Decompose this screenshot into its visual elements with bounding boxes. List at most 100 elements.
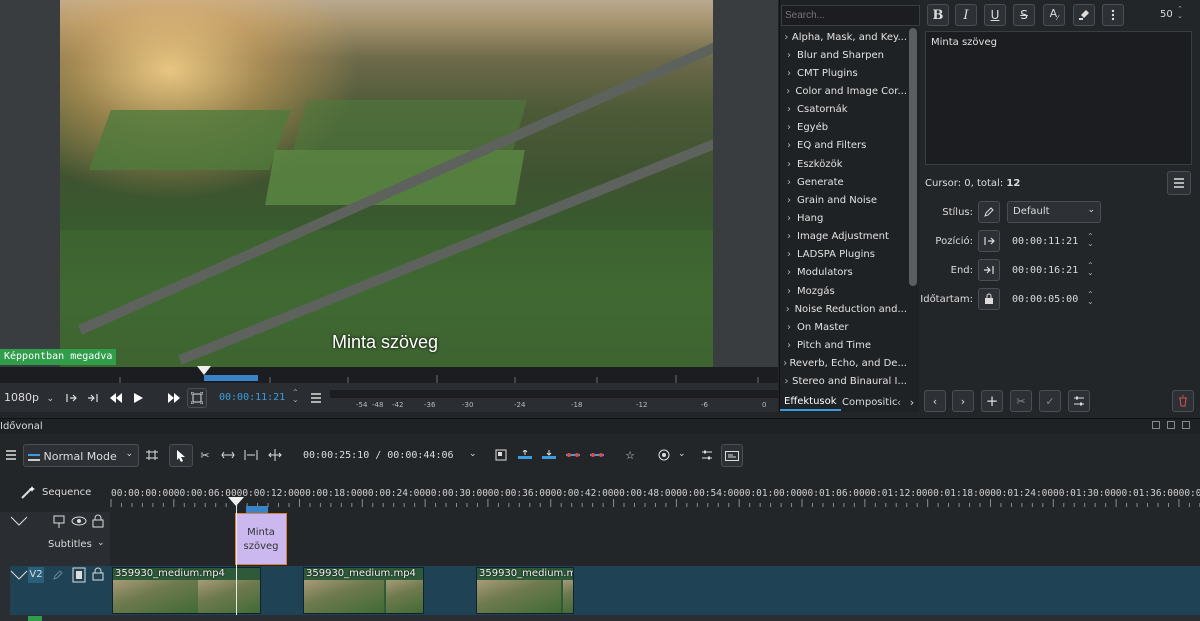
set-zone-out-icon[interactable] bbox=[84, 389, 102, 407]
font-icon[interactable]: A⁄ bbox=[1043, 4, 1065, 26]
extract-icon[interactable] bbox=[540, 446, 558, 464]
eye-icon[interactable] bbox=[71, 515, 87, 527]
hamburger-menu-icon[interactable] bbox=[1167, 171, 1191, 195]
v2-track-label[interactable]: V2 bbox=[28, 567, 44, 583]
chevron-down-icon[interactable]: ⌄ bbox=[97, 538, 105, 548]
effects-category-item[interactable]: › Color and Image Cor... bbox=[781, 82, 907, 100]
color-brush-icon[interactable] bbox=[1073, 4, 1095, 26]
hamburger-menu-icon[interactable] bbox=[2, 446, 20, 464]
underline-icon[interactable]: U bbox=[984, 4, 1006, 26]
apply-check-icon[interactable]: ✓ bbox=[1039, 390, 1061, 412]
monitor-playhead[interactable] bbox=[197, 366, 211, 376]
end-timecode[interactable]: 00:00:16:21 bbox=[1012, 265, 1078, 276]
effects-category-item[interactable]: › CMT Plugins bbox=[781, 64, 907, 82]
position-spinner-icon[interactable]: ⌃ ⌄ bbox=[1087, 233, 1094, 248]
effects-category-item[interactable]: › Csatornák bbox=[781, 101, 907, 119]
magic-wand-icon[interactable] bbox=[20, 485, 40, 501]
hamburger-menu-icon[interactable] bbox=[307, 389, 325, 407]
chevron-down-icon[interactable]: ⌄ bbox=[678, 449, 686, 459]
effects-category-item[interactable]: › Alpha, Mask, and Key... bbox=[781, 28, 907, 46]
add-subtitle-icon[interactable]: + bbox=[981, 390, 1003, 412]
pencil-icon[interactable] bbox=[52, 569, 64, 581]
spacer-tool-icon[interactable] bbox=[219, 446, 237, 464]
effects-category-item[interactable]: › Grain and Noise bbox=[781, 191, 907, 209]
show-subtitles-icon[interactable] bbox=[721, 444, 743, 467]
next-subtitle-icon[interactable]: › bbox=[952, 390, 974, 412]
subtitle-track-icon[interactable] bbox=[53, 515, 65, 529]
effects-search-input[interactable] bbox=[781, 5, 920, 26]
tab-scroll-left-icon[interactable]: ‹ bbox=[894, 394, 904, 410]
lift-icon[interactable] bbox=[516, 446, 534, 464]
effects-category-item[interactable]: › Mozgás bbox=[781, 282, 907, 300]
video-track-v2[interactable] bbox=[110, 566, 1200, 615]
track-tools-icon[interactable] bbox=[143, 446, 161, 464]
insert-icon[interactable] bbox=[588, 446, 606, 464]
zoom-fit-icon[interactable] bbox=[187, 388, 207, 408]
style-select[interactable]: Default ⌄ bbox=[1007, 201, 1101, 223]
effects-category-item[interactable]: › EQ and Filters bbox=[781, 137, 907, 155]
effects-category-item[interactable]: › Eszközök bbox=[781, 155, 907, 173]
edit-style-pencil-icon[interactable] bbox=[978, 201, 1000, 223]
timeline-playhead[interactable] bbox=[236, 505, 237, 621]
set-zone-in-icon[interactable] bbox=[62, 389, 80, 407]
effects-category-item[interactable]: › Reverb, Echo, and De... bbox=[781, 355, 907, 373]
collapse-track-icon[interactable] bbox=[10, 515, 28, 527]
tab-compositions[interactable]: Compositic bbox=[838, 393, 902, 411]
timeline-timecode[interactable]: 00:00:25:10 / 00:00:44:06 bbox=[303, 450, 454, 461]
video-clip[interactable]: 359930_medium.mp4 bbox=[112, 567, 261, 614]
delete-trash-icon[interactable] bbox=[1172, 390, 1194, 412]
play-icon[interactable] bbox=[129, 389, 147, 407]
selection-tool-icon[interactable] bbox=[169, 444, 193, 467]
razor-tool-icon[interactable]: ✂ bbox=[196, 446, 214, 464]
effects-category-item[interactable]: › LADSPA Plugins bbox=[781, 246, 907, 264]
effects-category-item[interactable]: › Blur and Sharpen bbox=[781, 46, 907, 64]
duration-spinner-icon[interactable]: ⌃ ⌄ bbox=[1087, 291, 1094, 306]
monitor-ruler[interactable] bbox=[0, 367, 778, 383]
effects-category-item[interactable]: › Egyéb bbox=[781, 119, 907, 137]
effects-category-item[interactable]: › Noise Reduction and... bbox=[781, 300, 907, 318]
position-timecode[interactable]: 00:00:11:21 bbox=[1012, 236, 1078, 247]
subtitle-text-editor[interactable]: Minta szöveg bbox=[925, 31, 1192, 165]
float-panel-icon[interactable] bbox=[1152, 421, 1160, 429]
ripple-tool-icon[interactable] bbox=[242, 446, 260, 464]
timecode-spinner-icon[interactable]: ⌃ ⌄ bbox=[292, 389, 299, 404]
effects-category-item[interactable]: › Stereo and Binaural I... bbox=[781, 373, 907, 391]
more-options-icon[interactable] bbox=[1102, 4, 1124, 26]
subtitle-clip[interactable]: Minta szöveg bbox=[235, 513, 287, 565]
tab-effects[interactable]: Effektusok bbox=[780, 393, 841, 411]
film-icon[interactable] bbox=[72, 567, 86, 583]
strikethrough-icon[interactable]: S bbox=[1013, 4, 1035, 26]
snap-target-icon[interactable] bbox=[655, 446, 673, 464]
italic-icon[interactable]: I bbox=[955, 4, 977, 26]
effects-category-item[interactable]: › On Master bbox=[781, 318, 907, 336]
bold-icon[interactable]: B bbox=[927, 4, 949, 26]
lock-icon[interactable] bbox=[92, 567, 104, 581]
edit-mode-select[interactable]: Normal Mode ⌄ bbox=[23, 444, 139, 467]
effects-scrollbar[interactable] bbox=[909, 28, 917, 286]
subtitle-settings-icon[interactable] bbox=[1068, 390, 1090, 412]
video-clip[interactable]: 359930_medium.mp4 bbox=[476, 567, 574, 614]
slip-tool-icon[interactable] bbox=[266, 446, 284, 464]
zone-bar[interactable] bbox=[204, 375, 258, 381]
effects-category-item[interactable]: › Image Adjustment bbox=[781, 228, 907, 246]
fast-forward-icon[interactable] bbox=[165, 389, 183, 407]
overwrite-icon[interactable] bbox=[564, 446, 582, 464]
duration-timecode[interactable]: 00:00:05:00 bbox=[1012, 294, 1078, 305]
video-preview[interactable] bbox=[60, 0, 713, 367]
set-end-icon[interactable] bbox=[978, 259, 1000, 281]
set-position-icon[interactable] bbox=[978, 230, 1000, 252]
rewind-icon[interactable] bbox=[107, 389, 125, 407]
split-scissors-icon[interactable]: ✂ bbox=[1010, 390, 1032, 412]
effects-category-item[interactable]: › Generate bbox=[781, 173, 907, 191]
video-clip[interactable]: 359930_medium.mp4 bbox=[303, 567, 424, 614]
lock-icon[interactable] bbox=[92, 514, 104, 528]
font-size-value[interactable]: 50 bbox=[1160, 9, 1173, 20]
close-panel-icon[interactable] bbox=[1182, 421, 1190, 429]
effects-category-item[interactable]: › Hang bbox=[781, 210, 907, 228]
resolution-select[interactable]: 1080p ⌄ bbox=[4, 391, 54, 404]
insert-clip-icon[interactable] bbox=[492, 446, 510, 464]
chevron-down-icon[interactable]: ⌄ bbox=[469, 449, 477, 459]
font-size-spinner-icon[interactable]: ⌃ ⌄ bbox=[1177, 6, 1183, 20]
maximize-panel-icon[interactable] bbox=[1167, 421, 1175, 429]
end-spinner-icon[interactable]: ⌃ ⌄ bbox=[1087, 262, 1094, 277]
